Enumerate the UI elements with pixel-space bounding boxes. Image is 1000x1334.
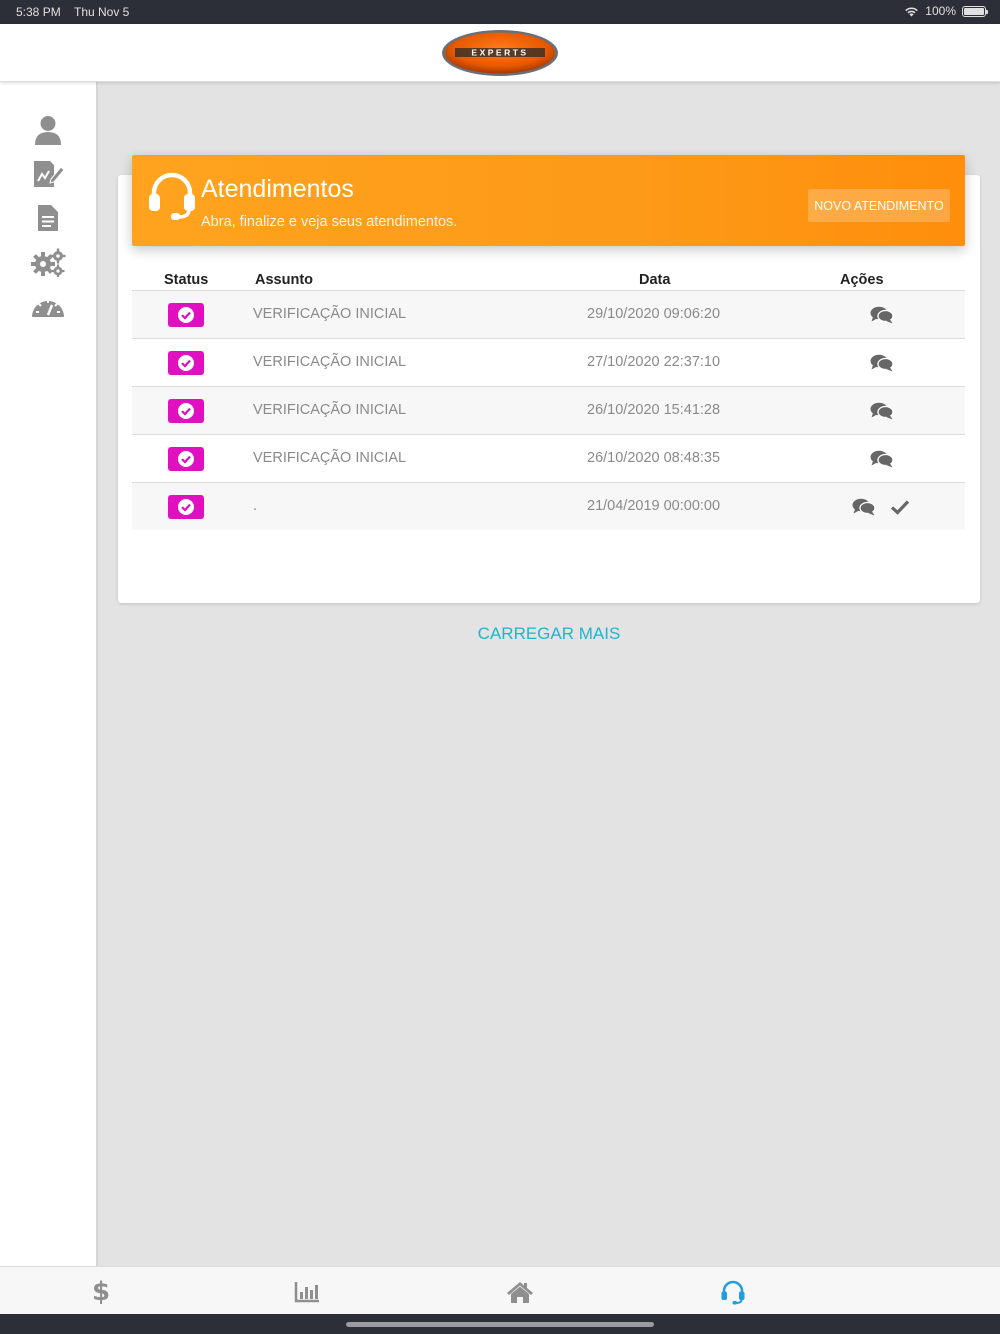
check-circle-icon: [178, 451, 194, 467]
status-badge[interactable]: [168, 351, 204, 375]
chat-button[interactable]: [870, 352, 894, 374]
check-circle-icon: [178, 499, 194, 515]
status-badge[interactable]: [168, 447, 204, 471]
status-time: 5:38 PM: [16, 5, 61, 19]
load-more-button[interactable]: CARREGAR MAIS: [98, 624, 1000, 644]
top-header: EXPERTS: [0, 24, 1000, 82]
main-content: Status Assunto Data Ações VERIFICAÇÃO IN…: [98, 82, 1000, 1266]
sidebar-item-settings[interactable]: [30, 244, 66, 280]
banner-header: Atendimentos Abra, finalize e veja seus …: [132, 155, 965, 246]
user-icon: [35, 116, 61, 145]
header-assunto: Assunto: [255, 272, 313, 288]
status-badge[interactable]: [168, 303, 204, 327]
home-indicator-bar: [0, 1314, 1000, 1334]
document-icon: [38, 205, 58, 231]
row-assunto: .: [253, 498, 258, 514]
row-actions: [832, 351, 932, 375]
home-icon: [507, 1282, 533, 1303]
edit-document-icon: [34, 161, 64, 187]
logo[interactable]: EXPERTS: [441, 29, 559, 77]
page-title: Atendimentos: [201, 175, 354, 203]
row-data: 26/10/2020 15:41:28: [587, 402, 721, 418]
tab-relatorios[interactable]: [292, 1279, 322, 1305]
chat-button[interactable]: [852, 496, 876, 518]
row-assunto: VERIFICAÇÃO INICIAL: [253, 402, 407, 418]
row-data: 29/10/2020 09:06:20: [587, 306, 721, 322]
dashboard-gauge-icon: [32, 300, 64, 317]
row-assunto: VERIFICAÇÃO INICIAL: [253, 306, 407, 322]
comments-icon: [870, 402, 894, 420]
header-acoes: Ações: [840, 272, 884, 288]
tab-bar: $: [0, 1266, 1000, 1314]
page-subtitle: Abra, finalize e veja seus atendimentos.: [201, 214, 458, 230]
row-actions: [832, 495, 932, 519]
row-assunto: VERIFICAÇÃO INICIAL: [253, 354, 407, 370]
sidebar: [0, 82, 98, 1266]
home-indicator[interactable]: [346, 1322, 654, 1327]
headset-icon: [149, 172, 195, 220]
row-actions: [832, 399, 932, 423]
table-row[interactable]: . 21/04/2019 00:00:00: [132, 482, 965, 530]
row-actions: [832, 303, 932, 327]
sidebar-item-dashboard[interactable]: [30, 288, 66, 324]
comments-icon: [870, 354, 894, 372]
status-badge[interactable]: [168, 495, 204, 519]
row-data: 26/10/2020 08:48:35: [587, 450, 721, 466]
tab-atendimentos[interactable]: [718, 1279, 748, 1305]
status-right: 100%: [904, 4, 988, 18]
table-row[interactable]: VERIFICAÇÃO INICIAL 26/10/2020 15:41:28: [132, 386, 965, 434]
battery-icon: [962, 5, 988, 17]
header-status: Status: [164, 272, 209, 288]
row-data: 21/04/2019 00:00:00: [587, 498, 721, 514]
battery-percent: 100%: [925, 4, 956, 18]
gears-icon: [31, 248, 66, 277]
chat-button[interactable]: [870, 304, 894, 326]
row-data: 27/10/2020 22:37:10: [587, 354, 721, 370]
sidebar-item-documents[interactable]: [30, 200, 66, 236]
row-actions: [832, 447, 932, 471]
tab-financeiro[interactable]: $: [86, 1277, 116, 1307]
comments-icon: [870, 306, 894, 324]
status-date: Thu Nov 5: [74, 5, 130, 19]
headset-icon: [721, 1280, 745, 1305]
table-row[interactable]: VERIFICAÇÃO INICIAL 29/10/2020 09:06:20: [132, 290, 965, 338]
table-header: Status Assunto Data Ações: [132, 272, 965, 290]
check-circle-icon: [178, 403, 194, 419]
comments-icon: [870, 450, 894, 468]
sidebar-item-profile[interactable]: [30, 112, 66, 148]
new-ticket-button[interactable]: NOVO ATENDIMENTO: [808, 189, 950, 222]
status-bar: 5:38 PM Thu Nov 5 100%: [0, 0, 1000, 24]
header-data: Data: [639, 272, 671, 288]
table-row[interactable]: VERIFICAÇÃO INICIAL 27/10/2020 22:37:10: [132, 338, 965, 386]
row-assunto: VERIFICAÇÃO INICIAL: [253, 450, 407, 466]
dollar-icon: $: [91, 1277, 111, 1307]
tab-home[interactable]: [505, 1279, 535, 1305]
chat-button[interactable]: [870, 400, 894, 422]
bar-chart-icon: [294, 1282, 319, 1303]
comments-icon: [852, 498, 876, 516]
check-circle-icon: [178, 307, 194, 323]
sidebar-item-edit[interactable]: [30, 156, 66, 192]
logo-text: EXPERTS: [471, 48, 528, 58]
check-circle-icon: [178, 355, 194, 371]
table-row[interactable]: VERIFICAÇÃO INICIAL 26/10/2020 08:48:35: [132, 434, 965, 482]
finalize-button[interactable]: [888, 496, 912, 518]
wifi-icon: [905, 6, 919, 16]
table-body: VERIFICAÇÃO INICIAL 29/10/2020 09:06:20 …: [132, 290, 965, 530]
status-badge[interactable]: [168, 399, 204, 423]
check-icon: [890, 500, 910, 515]
chat-button[interactable]: [870, 448, 894, 470]
